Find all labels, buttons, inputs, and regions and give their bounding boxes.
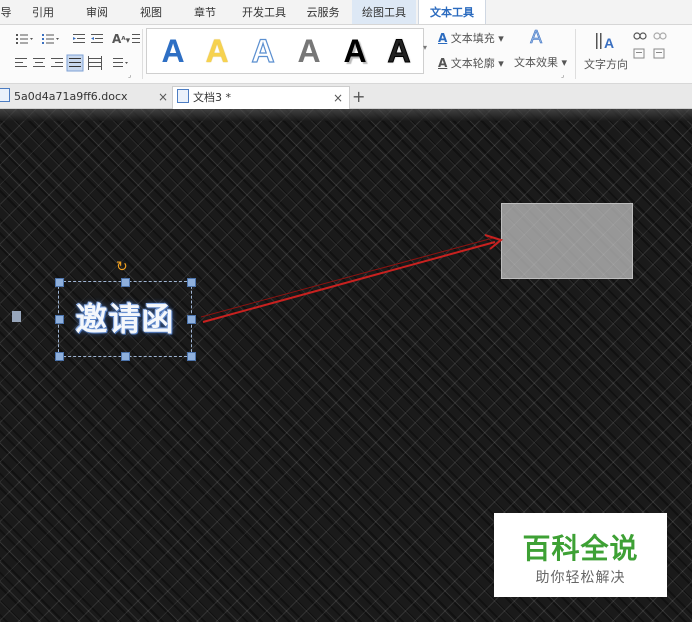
ribbon-toolbar: Aᴬ▾ A A A A A A ▾ A 文本填充 ▾ A 文本轮廓 ▾ A 文本…: [0, 25, 692, 84]
document-icon: [0, 88, 10, 102]
document-canvas[interactable]: ↻ 邀请函 百科全说 助你轻松解决: [0, 109, 692, 622]
font-size-symbol: A: [112, 32, 122, 46]
style-outline-blue[interactable]: A: [241, 31, 285, 71]
resize-handle[interactable]: [187, 315, 196, 324]
menu-tab-cloud[interactable]: 云服务: [300, 0, 346, 24]
text-fill-icon: A: [438, 31, 448, 45]
resize-handle[interactable]: [187, 278, 196, 287]
text-effect-icon: A: [530, 27, 543, 48]
separator: [575, 29, 576, 79]
menu-tab-drawing-tools[interactable]: 绘图工具: [352, 0, 416, 24]
bullet-list-icon[interactable]: [16, 34, 33, 44]
watermark-subtitle: 助你轻松解决: [535, 570, 626, 586]
resize-handle[interactable]: [55, 278, 64, 287]
text-effect-button[interactable]: 文本效果 ▾: [514, 54, 567, 72]
resize-handle[interactable]: [187, 352, 196, 361]
close-icon[interactable]: ×: [158, 86, 168, 108]
effects-dialog-launcher-icon[interactable]: ⌟: [561, 66, 564, 84]
doc-tab-label: 文档3 *: [193, 91, 231, 104]
word-art-textbox[interactable]: 邀请函: [55, 278, 196, 361]
add-tab-button[interactable]: +: [352, 86, 368, 108]
resize-handle[interactable]: [121, 352, 130, 361]
separator: [142, 29, 143, 79]
style-blue-gradient[interactable]: A: [151, 31, 195, 71]
document-icon: [177, 89, 189, 103]
menu-tab-view[interactable]: 视图: [130, 0, 172, 24]
next-textbox-icon[interactable]: [653, 48, 665, 59]
unlink-textbox-icon[interactable]: [653, 32, 667, 40]
text-fill-button[interactable]: A 文本填充 ▾: [438, 29, 504, 47]
svg-text:A: A: [604, 35, 614, 51]
style-gray[interactable]: A: [287, 31, 331, 71]
text-style-gallery: A A A A A A: [146, 28, 424, 74]
menu-tab-devtools[interactable]: 开发工具: [236, 0, 292, 24]
menu-bar: 导 引用 审阅 视图 章节 开发工具 云服务 绘图工具 文本工具: [0, 0, 692, 25]
align-center-icon[interactable]: [33, 58, 45, 67]
align-left-icon[interactable]: [15, 58, 27, 67]
shading-icon[interactable]: [113, 58, 128, 67]
decrease-indent-icon[interactable]: [73, 34, 85, 43]
justify-icon[interactable]: [66, 54, 84, 72]
text-effect-label: 文本效果: [514, 56, 558, 69]
prev-textbox-icon[interactable]: [633, 48, 645, 59]
align-right-icon[interactable]: [51, 58, 63, 67]
menu-tab-text-tools[interactable]: 文本工具: [418, 0, 486, 24]
menu-tab-dao[interactable]: 导: [0, 0, 12, 24]
resize-handle[interactable]: [55, 315, 64, 324]
rotate-handle-icon[interactable]: ↻: [116, 260, 128, 274]
red-arrow[interactable]: [200, 234, 504, 323]
doc-tab-label: 5a0d4a71a9ff6.docx: [14, 90, 128, 103]
resize-handle[interactable]: [121, 278, 130, 287]
increase-indent-icon[interactable]: [91, 34, 103, 43]
text-direction-icon: A: [596, 33, 614, 51]
text-outline-label: 文本轮廓: [450, 57, 495, 70]
style-black-outline[interactable]: A: [377, 31, 421, 71]
numbered-list-icon[interactable]: [42, 34, 59, 44]
gallery-more-icon[interactable]: ▾: [423, 39, 427, 57]
link-textbox-icon[interactable]: [633, 32, 647, 40]
style-black-shadow[interactable]: A: [333, 31, 377, 71]
text-fill-label: 文本填充: [450, 32, 495, 45]
text-direction-button[interactable]: 文字方向: [584, 56, 628, 74]
paragraph-dialog-launcher-icon[interactable]: ⌟: [128, 66, 131, 84]
invitation-wordart-text[interactable]: 邀请函: [59, 282, 191, 356]
doc-tab-docx[interactable]: 5a0d4a71a9ff6.docx ×: [0, 86, 170, 108]
textbox-link-tools: [633, 32, 667, 59]
style-gold[interactable]: A: [195, 31, 239, 71]
font-size-button[interactable]: Aᴬ▾: [112, 30, 130, 48]
text-outline-icon: A: [438, 56, 448, 70]
text-outline-button[interactable]: A 文本轮廓 ▾: [438, 54, 504, 72]
document-tabs: 5a0d4a71a9ff6.docx × 文档3 * × +: [0, 84, 692, 109]
doc-tab-document3[interactable]: 文档3 * ×: [172, 86, 350, 109]
menu-tab-chapter[interactable]: 章节: [184, 0, 226, 24]
watermark-title: 百科全说: [522, 532, 639, 565]
anchor-icon[interactable]: [12, 311, 21, 322]
close-icon[interactable]: ×: [333, 87, 343, 109]
distributed-icon[interactable]: [88, 56, 102, 70]
watermark-logo: 百科全说 助你轻松解决: [494, 513, 667, 597]
menu-tab-reference[interactable]: 引用: [22, 0, 64, 24]
resize-handle[interactable]: [55, 352, 64, 361]
menu-tab-review[interactable]: 审阅: [76, 0, 118, 24]
line-spacing-icon[interactable]: [132, 34, 140, 43]
